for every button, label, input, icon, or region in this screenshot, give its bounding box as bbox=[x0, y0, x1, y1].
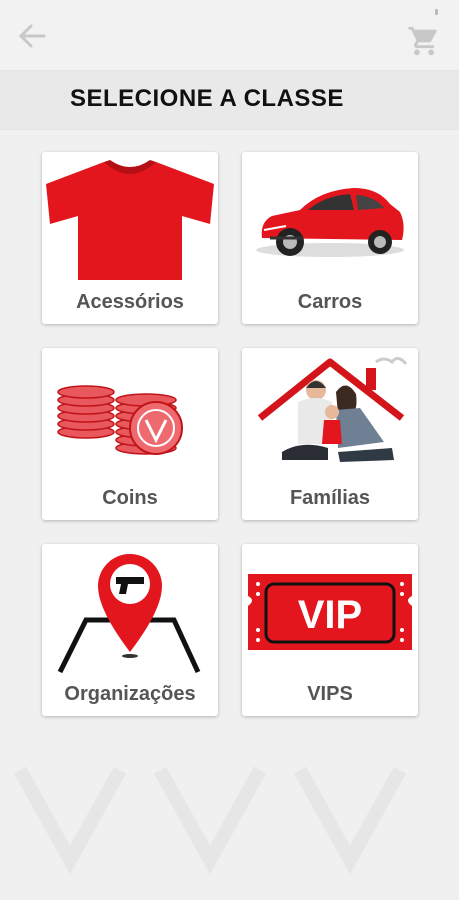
vip-ticket-text: VIP bbox=[298, 593, 362, 637]
title-bar: SELECIONE A CLASSE bbox=[0, 70, 459, 130]
category-card-organizacoes[interactable]: Organizações bbox=[42, 544, 218, 716]
category-card-acessorios[interactable]: Acessórios bbox=[42, 152, 218, 324]
category-label: VIPS bbox=[307, 683, 353, 705]
category-label: Carros bbox=[297, 291, 363, 313]
car-icon bbox=[256, 188, 404, 257]
vip-ticket-icon: VIP bbox=[248, 574, 412, 650]
page-title: SELECIONE A CLASSE bbox=[70, 85, 344, 112]
category-card-carros[interactable]: Carros bbox=[242, 152, 418, 324]
category-label: Acessórios bbox=[76, 291, 184, 313]
shopping-cart-icon[interactable] bbox=[407, 24, 441, 58]
category-card-familias[interactable]: Famílias bbox=[242, 348, 418, 520]
shirt-icon bbox=[46, 160, 214, 280]
background-pattern bbox=[13, 766, 407, 875]
category-card-vips[interactable]: VIP VIPS bbox=[242, 544, 418, 716]
map-pin-gun-icon bbox=[57, 554, 201, 674]
category-label: Coins bbox=[102, 487, 158, 509]
coins-icon bbox=[57, 385, 183, 455]
category-label: Famílias bbox=[289, 487, 371, 509]
family-house-icon bbox=[257, 357, 408, 462]
status-dot bbox=[435, 9, 438, 15]
app-bar bbox=[0, 0, 459, 70]
arrow-left-icon[interactable] bbox=[16, 20, 48, 52]
category-card-coins[interactable]: Coins bbox=[42, 348, 218, 520]
category-label: Organizações bbox=[64, 683, 196, 705]
